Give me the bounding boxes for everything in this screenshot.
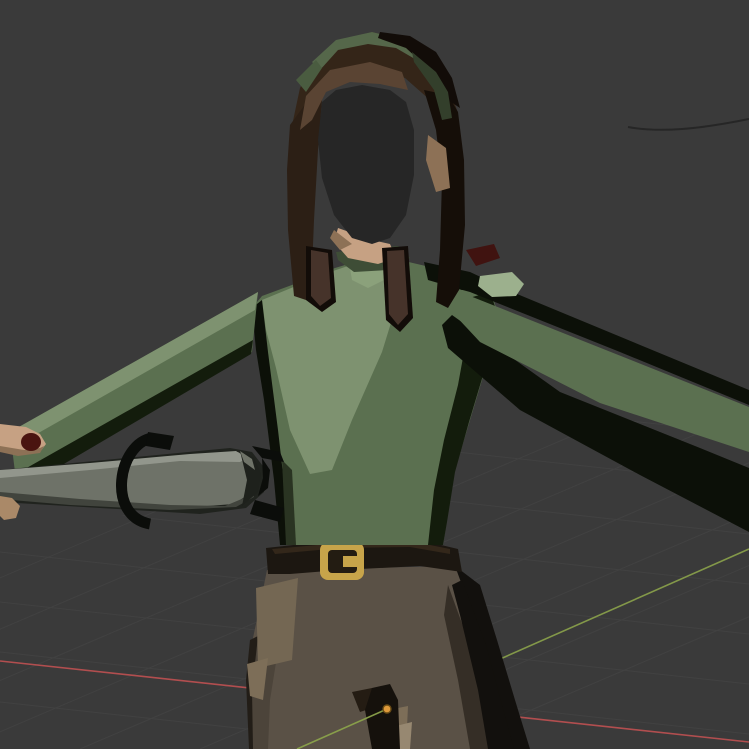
belt-buckle-tab — [343, 556, 358, 567]
hair-strand-left — [311, 250, 331, 306]
left-hip-highlight — [256, 578, 298, 668]
hand-cuff-maroon — [21, 433, 41, 451]
3d-viewport[interactable] — [0, 0, 749, 749]
origin-dot[interactable] — [383, 705, 391, 713]
viewport-stage — [0, 0, 749, 749]
